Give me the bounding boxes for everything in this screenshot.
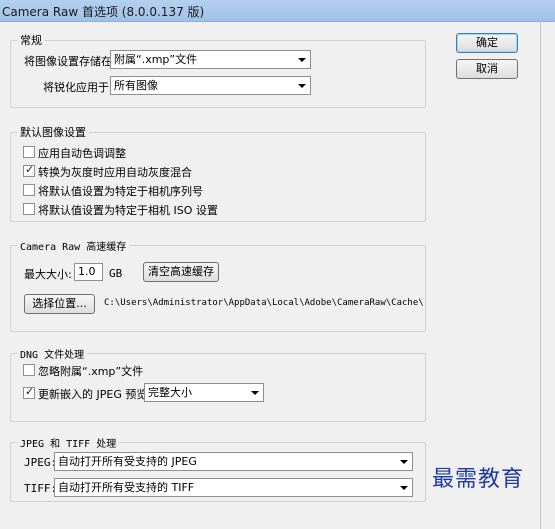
ok-button[interactable]: 确定 bbox=[456, 33, 518, 53]
preview-size-value: 完整大小 bbox=[148, 386, 192, 399]
tiff-handling-select[interactable]: 自动打开所有受支持的 TIFF bbox=[54, 478, 413, 497]
update-preview-checkbox[interactable] bbox=[23, 385, 35, 399]
ignore-xmp-checkbox[interactable] bbox=[23, 364, 35, 376]
save-settings-value: 附属“.xmp”文件 bbox=[114, 53, 198, 66]
update-preview-label: 更新嵌入的 JPEG 预览: bbox=[38, 388, 152, 401]
chevron-down-icon bbox=[294, 77, 310, 94]
watermark: 最需教育 bbox=[432, 467, 525, 492]
size-unit-label: GB bbox=[109, 267, 123, 280]
sharpen-value: 所有图像 bbox=[114, 79, 158, 92]
cache-legend: Camera Raw 高速缓存 bbox=[20, 242, 127, 253]
sharpen-select[interactable]: 所有图像 bbox=[110, 76, 311, 95]
dng-legend: DNG 文件处理 bbox=[20, 350, 85, 361]
window-title: Camera Raw 首选项 (8.0.0.137 版) bbox=[2, 5, 205, 19]
max-size-label: 最大大小: bbox=[24, 268, 72, 281]
general-legend: 常规 bbox=[20, 34, 42, 47]
jpeg-label: JPEG: bbox=[24, 456, 58, 469]
divider bbox=[540, 22, 541, 529]
auto-grayscale-label: 转换为灰度时应用自动灰度混合 bbox=[38, 166, 192, 179]
jpeg-handling-select[interactable]: 自动打开所有受支持的 JPEG bbox=[54, 452, 413, 471]
cache-path: C:\Users\Administrator\AppData\Local\Ado… bbox=[104, 298, 424, 308]
save-settings-label: 将图像设置存储在: bbox=[24, 55, 116, 68]
auto-tone-label: 应用自动色调调整 bbox=[38, 147, 126, 160]
jpeg-tiff-legend: JPEG 和 TIFF 处理 bbox=[20, 439, 117, 450]
sharpen-label: 将锐化应用于: bbox=[43, 81, 113, 94]
auto-grayscale-checkbox[interactable] bbox=[23, 163, 35, 177]
default-settings-legend: 默认图像设置 bbox=[20, 126, 86, 139]
select-location-button[interactable]: 选择位置... bbox=[24, 294, 95, 314]
chevron-down-icon bbox=[247, 384, 263, 401]
serial-defaults-label: 将默认值设置为特定于相机序列号 bbox=[38, 185, 203, 198]
chevron-down-icon bbox=[294, 51, 310, 68]
ignore-xmp-label: 忽略附属“.xmp”文件 bbox=[38, 365, 144, 378]
tiff-handling-value: 自动打开所有受支持的 TIFF bbox=[58, 481, 195, 494]
iso-defaults-label: 将默认值设置为特定于相机 ISO 设置 bbox=[38, 204, 218, 217]
chevron-down-icon bbox=[396, 479, 412, 496]
iso-defaults-checkbox[interactable] bbox=[23, 203, 35, 215]
max-size-input[interactable]: 1.0 bbox=[74, 263, 103, 281]
preview-size-select[interactable]: 完整大小 bbox=[144, 383, 264, 402]
tiff-label: TIFF: bbox=[24, 482, 58, 495]
preferences-dialog: 常规 将图像设置存储在: 附属“.xmp”文件 将锐化应用于: 所有图像 确定 … bbox=[0, 22, 555, 529]
serial-defaults-checkbox[interactable] bbox=[23, 184, 35, 196]
cancel-button[interactable]: 取消 bbox=[456, 59, 518, 79]
cache-group: Camera Raw 高速缓存 bbox=[10, 238, 426, 332]
general-group: 常规 bbox=[10, 32, 426, 108]
title-bar: Camera Raw 首选项 (8.0.0.137 版) bbox=[0, 0, 555, 22]
purge-cache-button[interactable]: 清空高速缓存 bbox=[143, 262, 219, 282]
jpeg-handling-value: 自动打开所有受支持的 JPEG bbox=[58, 455, 197, 468]
save-settings-select[interactable]: 附属“.xmp”文件 bbox=[110, 50, 311, 69]
auto-tone-checkbox[interactable] bbox=[23, 146, 35, 158]
chevron-down-icon bbox=[396, 453, 412, 470]
